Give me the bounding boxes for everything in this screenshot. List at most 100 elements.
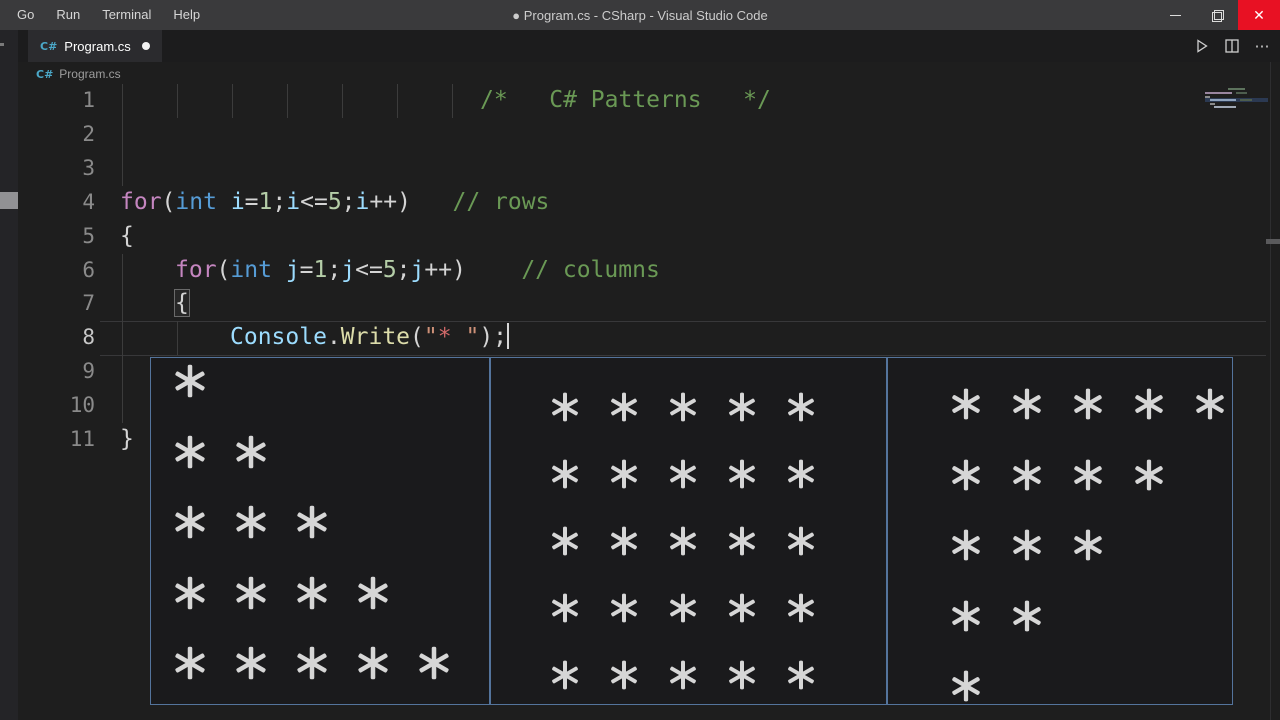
run-button[interactable] [1192,36,1212,56]
code-token: 1 [313,256,328,283]
minimize-button[interactable] [1154,0,1196,30]
indent-guide-line [342,84,343,118]
asterisk-icon [727,392,757,427]
output-panel-square-pattern [490,357,887,705]
asterisk-icon [668,660,698,695]
asterisk-icon [1011,388,1043,425]
code-token: " [423,324,438,351]
menu-terminal[interactable]: Terminal [91,0,162,30]
line-number: 3 [82,155,95,180]
tab-program-cs[interactable]: C# Program.cs [28,30,162,62]
asterisk-icon [550,660,580,695]
line-number: 2 [82,121,95,146]
asterisk-icon [609,459,639,494]
minimap-line [1205,92,1232,94]
code-line-5[interactable]: { [120,220,134,254]
menu-run[interactable]: Run [45,0,91,30]
code-token: <= [300,188,328,215]
asterisk-icon [356,646,390,685]
edge-dot [0,43,4,46]
line-number: 6 [82,257,95,282]
code-line-7[interactable]: { [174,287,190,321]
minimap-line [1228,88,1245,90]
indent-guide-line [122,355,123,390]
scrollbar-track[interactable] [1270,62,1271,720]
code-line-6[interactable]: for(int j=1;j<=5;j++) // columns [175,254,660,288]
split-editor-icon [1225,39,1239,53]
asterisk-icon [234,576,268,615]
asterisk-icon [173,364,207,403]
split-editor-button[interactable] [1222,36,1242,56]
code-line-8[interactable]: Console.Write("* "); [230,321,510,355]
code-token: ; [396,256,411,283]
asterisk-icon [950,388,982,425]
csharp-file-icon: C# [36,67,54,81]
code-token: // columns [465,256,660,283]
minimap-line [1210,99,1236,101]
code-token: * [437,324,452,351]
menu-bar: Go Run Terminal Help [6,0,211,30]
code-token: j [410,256,425,283]
indent-guide-line [122,287,123,322]
breadcrumb-item[interactable]: Program.cs [59,67,120,81]
asterisk-icon [609,660,639,695]
code-line-1[interactable]: /* C# Patterns */ [480,84,771,118]
asterisk-icon [295,505,329,544]
scrollbar-mark[interactable] [1266,239,1280,244]
code-token: ; [341,188,356,215]
line-number: 11 [69,427,95,451]
output-panel-triangle-pattern [150,357,490,705]
code-token: Write [340,324,411,351]
line-number: 10 [69,393,95,418]
asterisk-icon [1011,459,1043,496]
asterisk-icon [356,576,390,615]
minimap-line [1240,99,1252,101]
asterisk-icon [668,526,698,561]
breadcrumb[interactable]: C# Program.cs [36,62,121,86]
code-token: int [175,188,217,215]
indent-guide-line [122,117,123,152]
code-token: { [120,222,134,249]
menu-go[interactable]: Go [6,0,45,30]
code-token: ++) [369,188,411,215]
asterisk-icon [786,459,816,494]
indent-guide-line [122,389,123,423]
code-line-4[interactable]: for(int i=1;i<=5;i++) // rows [120,186,549,220]
minimap-line [1210,103,1215,105]
code-token: for [120,188,162,215]
asterisk-icon [786,392,816,427]
asterisk-icon [950,529,982,566]
asterisk-icon [173,435,207,474]
code-line-11[interactable]: } [120,423,134,457]
asterisk-icon [234,505,268,544]
asterisk-icon [1072,459,1104,496]
asterisk-icon [1072,388,1104,425]
code-token: <= [355,256,383,283]
asterisk-icon [727,660,757,695]
asterisk-icon [727,593,757,628]
output-panel-inverted-triangle-pattern [887,357,1233,705]
code-token: ; [272,188,287,215]
close-icon: ✕ [1253,6,1265,23]
more-actions-button[interactable]: ⋯ [1252,36,1272,56]
code-token: j [285,256,300,283]
line-number: 5 [82,223,95,248]
tab-label: Program.cs [64,38,131,54]
asterisk-icon [609,526,639,561]
code-token: i [230,188,245,215]
indent-guide-line [397,84,398,118]
asterisk-icon [295,576,329,615]
text-cursor [507,323,510,350]
modified-dot-icon [141,42,150,50]
close-button[interactable]: ✕ [1238,0,1280,30]
code-token: ++) [424,256,466,283]
code-token: ); [479,324,508,351]
code-token: 1 [258,188,273,215]
restore-button[interactable] [1196,0,1238,30]
asterisk-icon [173,576,207,615]
code-token: = [244,188,259,215]
code-token: ( [161,188,176,215]
code-token: i [286,188,301,215]
asterisk-icon [1194,388,1226,425]
menu-help[interactable]: Help [162,0,211,30]
